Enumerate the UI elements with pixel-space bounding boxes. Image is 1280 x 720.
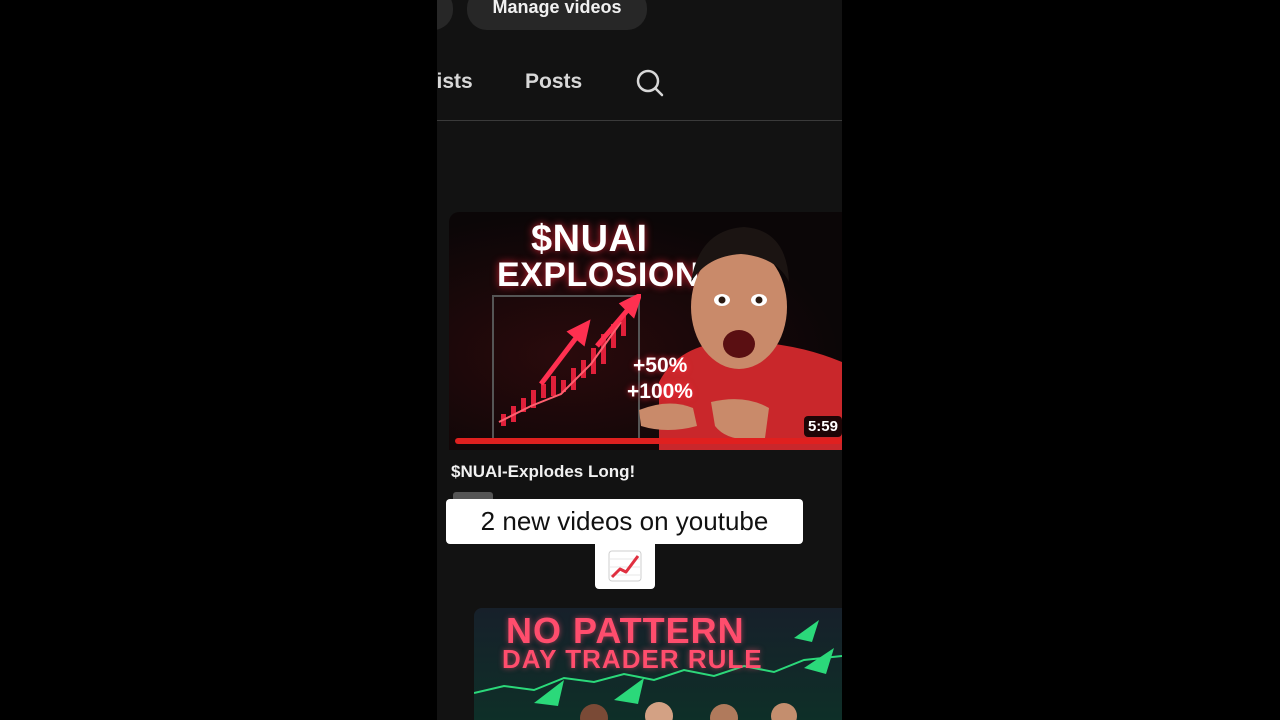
video-thumbnail[interactable]: $NUAI EXPLOSION +50% +100% 5:59 <box>449 212 842 450</box>
watch-progress-bar <box>455 438 842 444</box>
chart-increasing-icon <box>608 550 642 582</box>
video-title[interactable]: $NUAI-Explodes Long! <box>451 462 635 482</box>
tabs-divider <box>437 120 842 121</box>
caption-overlay: 2 new videos on youtube <box>446 499 803 544</box>
thumbnail2-title-line2: DAY TRADER RULE <box>502 644 763 674</box>
caption-emoji-box <box>595 543 655 589</box>
tab-playlists[interactable]: ylists <box>437 70 473 94</box>
gain-label-100: +100% <box>627 380 693 403</box>
duration-badge: 5:59 <box>803 416 842 437</box>
gain-label-50: +50% <box>633 354 688 377</box>
video-thumbnail-2[interactable]: NO PATTERN DAY TRADER RULE <box>474 608 842 720</box>
channel-tabs: ylists Posts <box>437 62 842 106</box>
manage-videos-button[interactable]: Manage videos <box>467 0 647 30</box>
youtube-channel-screen: Manage videos ylists Posts <box>437 0 842 720</box>
search-icon[interactable] <box>635 68 665 98</box>
edit-channel-button[interactable] <box>437 0 453 30</box>
tab-posts[interactable]: Posts <box>525 70 582 94</box>
caption-text: 2 new videos on youtube <box>480 506 769 536</box>
presenter-image <box>639 227 842 450</box>
